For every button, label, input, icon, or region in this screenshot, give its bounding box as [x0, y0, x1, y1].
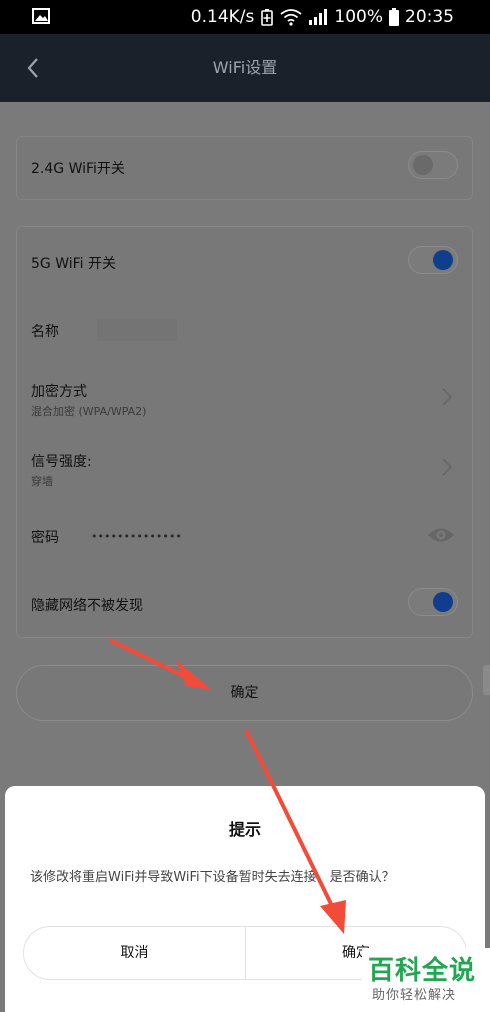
battery-percent: 100%: [334, 7, 383, 27]
hide-network-label: 隐藏网络不被发现: [31, 598, 143, 614]
chevron-right-icon: [442, 388, 453, 406]
dialog-cancel-button[interactable]: 取消: [24, 927, 245, 979]
status-bar: 0.14K/s 100% 20:35: [0, 0, 490, 34]
toggle-knob: [433, 250, 453, 270]
signal-value: 穿墙: [31, 475, 53, 488]
watermark-subtitle: 助你轻松解决: [372, 988, 457, 1003]
watermark-title: 百科全说: [368, 956, 477, 986]
name-row[interactable]: 名称: [17, 295, 472, 363]
network-speed: 0.14K/s: [190, 7, 255, 27]
scrollbar-thumb[interactable]: [483, 665, 490, 695]
dialog-title: 提示: [228, 820, 261, 839]
signal-icon: [309, 9, 328, 25]
encryption-row[interactable]: 加密方式 混合加密 (WPA/WPA2): [17, 363, 472, 433]
dialog-message: 该修改将重启WiFi并导致WiFi下设备暂时失去连接，是否确认？: [30, 870, 395, 885]
hide-network-row: 隐藏网络不被发现: [17, 569, 472, 637]
eye-icon[interactable]: [426, 525, 456, 545]
page-title: WiFi设置: [212, 58, 278, 77]
watermark: 百科全说 助你轻松解决: [362, 948, 490, 1012]
name-label: 名称: [31, 324, 59, 340]
gallery-icon: [32, 8, 50, 24]
wifi5-toggle[interactable]: [408, 246, 458, 274]
chevron-right-icon: [442, 458, 453, 476]
battery-icon: [389, 8, 399, 26]
toggle-knob: [433, 592, 453, 612]
password-value[interactable]: ••••••••••••••: [91, 530, 182, 543]
wifi5-toggle-row: 5G WiFi 开关: [17, 227, 472, 295]
password-label: 密码: [31, 530, 59, 546]
nav-bar: WiFi设置: [0, 34, 490, 102]
wifi24-toggle[interactable]: [408, 151, 458, 179]
encryption-label: 加密方式: [31, 384, 87, 400]
wifi-icon: [280, 9, 302, 26]
encryption-value: 混合加密 (WPA/WPA2): [31, 405, 147, 418]
wifi5-toggle-label: 5G WiFi 开关: [31, 256, 117, 272]
signal-label: 信号强度:: [31, 454, 92, 470]
wifi5-card: 5G WiFi 开关 名称 加密方式 混合加密 (WPA/WPA2) 信号强度:…: [16, 226, 473, 638]
signal-row[interactable]: 信号强度: 穿墙: [17, 433, 472, 501]
battery-saver-icon: [261, 9, 274, 26]
password-row: 密码 ••••••••••••••: [17, 501, 472, 569]
clock: 20:35: [405, 7, 454, 27]
wifi24-toggle-label: 2.4G WiFi开关: [31, 161, 125, 177]
confirm-button[interactable]: 确定: [16, 665, 473, 721]
toggle-knob: [413, 155, 433, 175]
wifi24-row: 2.4G WiFi开关: [17, 137, 472, 201]
hide-network-toggle[interactable]: [408, 588, 458, 616]
name-value-masked[interactable]: [97, 319, 177, 341]
wifi24-card: 2.4G WiFi开关: [16, 136, 473, 200]
